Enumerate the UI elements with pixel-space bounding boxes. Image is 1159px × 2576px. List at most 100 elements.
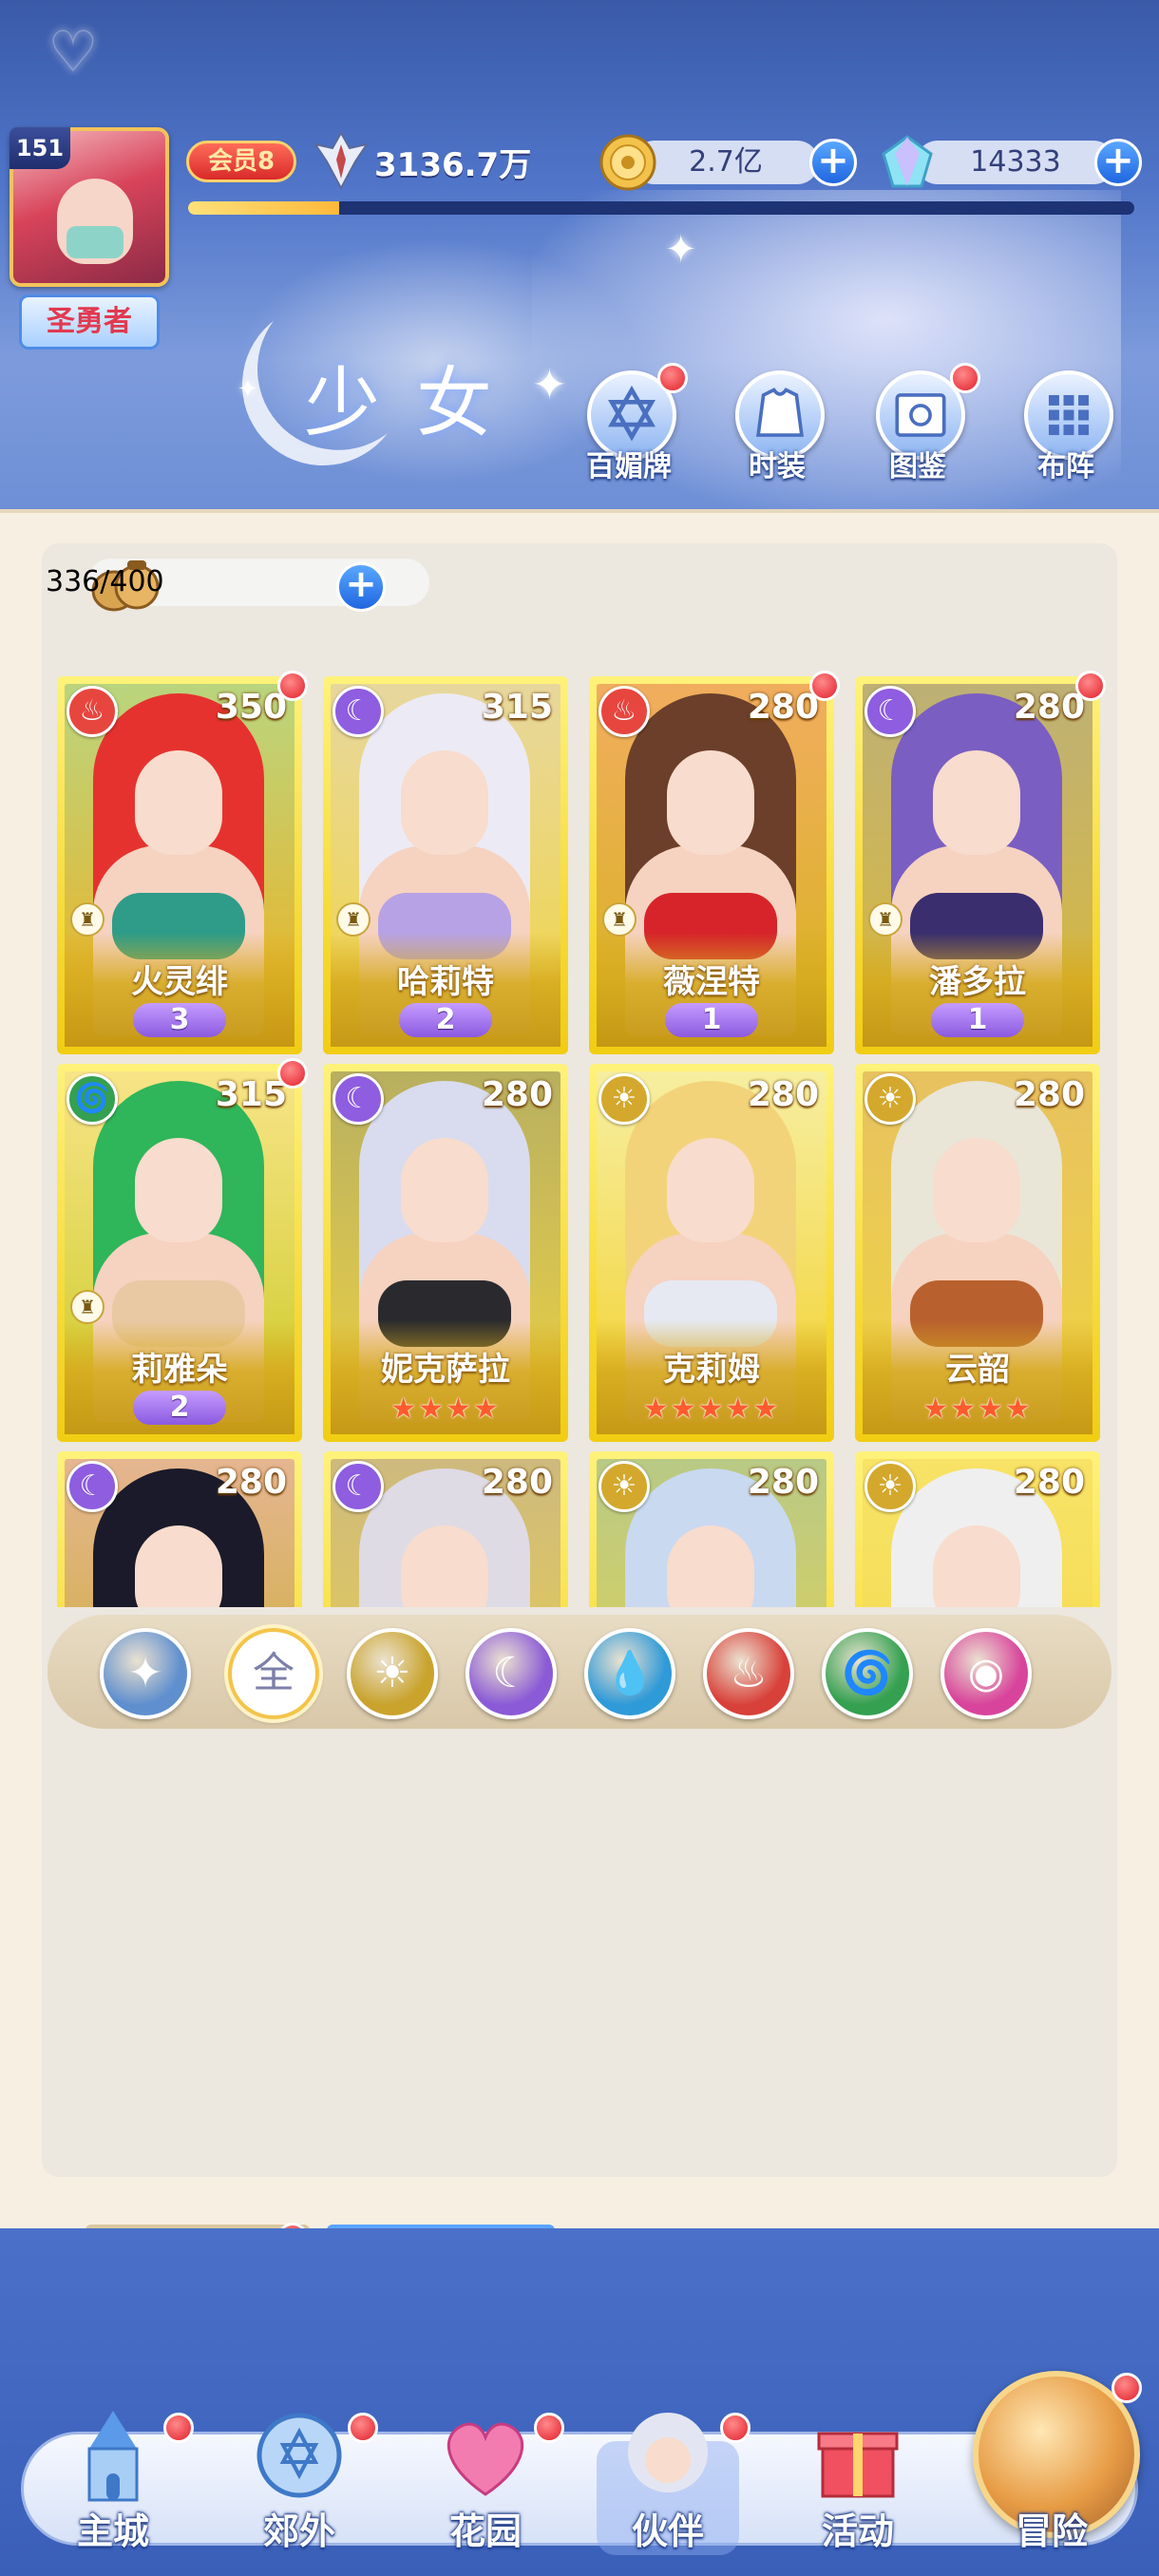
castle-icon	[87, 2411, 139, 2502]
partner-card[interactable]: ☀280霜岚★★★★★	[589, 1451, 834, 1607]
partner-level: 280	[747, 1463, 819, 1502]
partner-name: 薇涅特	[663, 963, 760, 1001]
partner-name: 火灵绯	[131, 963, 228, 1001]
partner-card[interactable]: ☾ 315 ♜ 哈莉特 2	[323, 676, 568, 1054]
add-gold-button[interactable]: +	[809, 139, 857, 186]
light-element-icon: ☀	[598, 1461, 650, 1512]
partner-card[interactable]: ☾280露西法★★★★	[57, 1451, 302, 1607]
partner-level: 315	[215, 1075, 287, 1114]
sparkle-icon: ✦	[238, 375, 258, 404]
heart-decoration-icon: ♡	[48, 19, 99, 85]
partner-name: 哈莉特	[397, 963, 494, 1001]
nav-events[interactable]: 活动	[768, 2403, 948, 2565]
notification-dot	[534, 2413, 564, 2443]
star-rating: ★★★★	[922, 1392, 1033, 1426]
awakening-rank-badge: 2	[133, 1391, 226, 1425]
partner-card[interactable]: ☾280维洛妮卡★★	[323, 1451, 568, 1607]
partner-card[interactable]: ♨ 350 ♜ 火灵绯 3	[57, 671, 308, 1054]
portal-icon	[256, 2413, 342, 2498]
partner-level: 280	[1013, 1463, 1085, 1502]
player-title[interactable]: 圣勇者	[19, 294, 160, 350]
partner-card[interactable]: ☾ 280 妮克萨拉 ★★★★	[323, 1064, 568, 1442]
filter-all-button[interactable]: 全	[228, 1628, 319, 1719]
top-button-costume[interactable]: 时装	[720, 370, 834, 486]
vip-badge[interactable]: 会员8	[186, 141, 296, 182]
filter-fire-button[interactable]: ♨	[703, 1628, 794, 1719]
gold-display: 2.7亿	[633, 141, 819, 184]
gold-value: 2.7亿	[689, 145, 763, 179]
sparkle-icon: ✦	[665, 228, 697, 272]
add-gem-button[interactable]: +	[1094, 139, 1142, 186]
filter-wind-button[interactable]: 🌀	[822, 1628, 913, 1719]
chess-piece-icon: ♜	[336, 902, 370, 937]
partner-name: 妮克萨拉	[381, 1351, 510, 1389]
partner-card[interactable]: ☀ 280 云韶 ★★★★	[855, 1064, 1100, 1442]
filter-dark-button[interactable]: ◉	[940, 1628, 1032, 1719]
notification-dot	[657, 363, 688, 393]
capacity-max: /400	[100, 565, 164, 598]
nav-garden[interactable]: 花园	[395, 2403, 576, 2565]
gem-icon	[882, 135, 933, 188]
nav-outskirts[interactable]: 郊外	[209, 2403, 390, 2565]
top-button-formation[interactable]: 布阵	[1009, 370, 1123, 486]
top-button-baimeipai[interactable]: 百媚牌	[572, 363, 688, 486]
nav-partners[interactable]: 伙伴	[578, 2403, 758, 2565]
page-title: 少女	[304, 359, 528, 447]
chess-piece-icon: ♜	[868, 902, 902, 937]
notification-dot	[809, 671, 840, 701]
filter-light-button[interactable]: ☀	[347, 1628, 438, 1719]
star-rating: ★★★★	[390, 1392, 501, 1426]
player-level-badge: 151	[10, 127, 70, 169]
partner-card[interactable]: 🌀 315 ♜ 莉雅朵 2	[57, 1058, 308, 1442]
partner-name: 云韶	[945, 1351, 1010, 1389]
notification-dot	[950, 363, 980, 393]
fire-element-icon: ♨	[66, 686, 118, 737]
partner-level: 280	[1013, 688, 1085, 727]
partner-card[interactable]: ♨ 280 ♜ 薇涅特 1	[589, 671, 840, 1054]
notification-dot	[1112, 2373, 1142, 2403]
nav-main-city[interactable]: 主城	[23, 2403, 203, 2565]
partner-card[interactable]: ☀280蜜莉姆★★★★★	[855, 1451, 1100, 1607]
light-icon: ☀	[373, 1649, 411, 1697]
expand-capacity-button[interactable]: +	[336, 562, 386, 612]
wind-icon: 🌀	[841, 1649, 894, 1697]
awakening-rank-badge: 3	[133, 1003, 226, 1037]
partner-level: 315	[481, 688, 553, 727]
star-rating: ★★★★★	[642, 1392, 781, 1426]
notification-dot	[163, 2413, 194, 2443]
power-shield-icon	[314, 131, 369, 190]
capacity-current: 336	[46, 565, 101, 598]
power-value: 3136.7万	[374, 146, 532, 184]
filter-water-button[interactable]: 💧	[584, 1628, 675, 1719]
partner-level: 350	[215, 688, 287, 727]
partner-panel: 336/400 + ♨ 350 ♜ 火灵绯 3 ☾ 315 ♜ 哈莉特 2 ♨ 280 ♜ 薇涅特 1 ☾ 28…	[0, 509, 1159, 2306]
moon-element-icon: ☾	[332, 1073, 384, 1125]
partner-level: 280	[481, 1463, 553, 1502]
partner-card[interactable]: ☀ 280 克莉姆 ★★★★★	[589, 1064, 834, 1442]
nav-adventure[interactable]: 冒险	[961, 2373, 1142, 2565]
heart-icon	[446, 2422, 524, 2496]
notification-dot	[1075, 671, 1106, 701]
partner-level: 280	[1013, 1075, 1085, 1114]
water-icon: 💧	[603, 1649, 656, 1697]
top-button-codex[interactable]: 图鉴	[861, 363, 980, 486]
moon-element-icon: ☾	[332, 1461, 384, 1512]
partner-level: 280	[747, 1075, 819, 1114]
gem-value: 14333	[970, 145, 1061, 179]
sparkle-icon: ✦	[532, 361, 567, 409]
all-icon: 全	[253, 1649, 294, 1697]
element-filter-bar: ✦ 全 ☀ ☾ 💧 ♨ 🌀 ◉	[48, 1615, 1112, 1729]
moon-icon: ☾	[492, 1649, 530, 1697]
partner-name: 莉雅朵	[131, 1351, 228, 1389]
partner-level: 280	[747, 688, 819, 727]
fire-element-icon: ♨	[598, 686, 650, 737]
filter-moon-button[interactable]: ☾	[466, 1628, 557, 1719]
partner-card[interactable]: ☾ 280 ♜ 潘多拉 1	[855, 671, 1106, 1054]
light-element-icon: ☀	[864, 1461, 916, 1512]
notification-dot	[277, 1058, 308, 1089]
notification-dot	[277, 671, 308, 701]
experience-bar	[188, 201, 1134, 215]
partner-card-grid: ♨ 350 ♜ 火灵绯 3 ☾ 315 ♜ 哈莉特 2 ♨ 280 ♜ 薇涅特 1 ☾ 280 ♜ 潘多拉 1 🌀 315…	[0, 638, 1159, 1607]
filter-all-types-button[interactable]: ✦	[100, 1628, 191, 1719]
partner-level: 280	[481, 1075, 553, 1114]
